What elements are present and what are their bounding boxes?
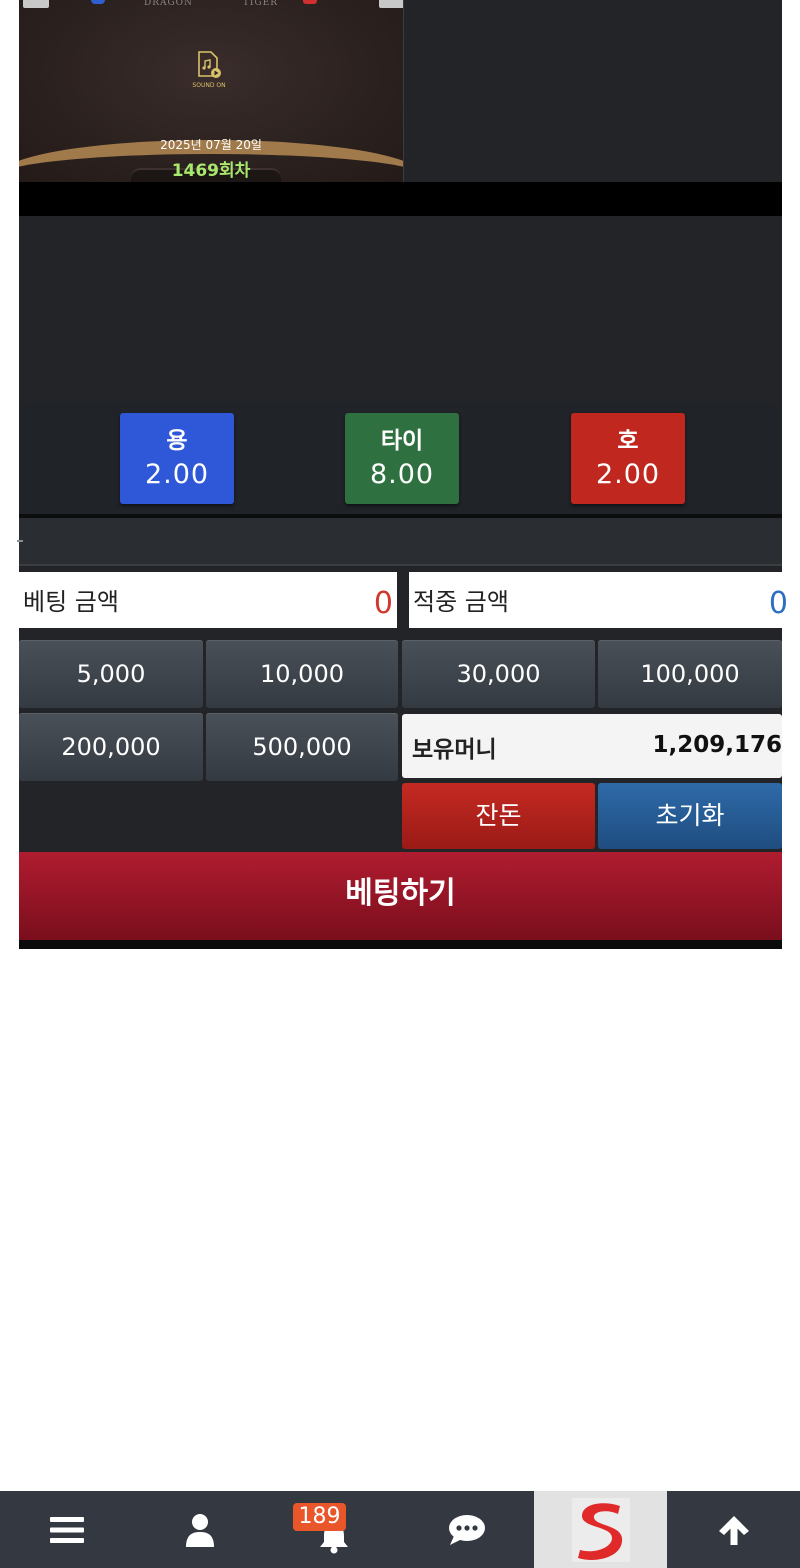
sound-label: SOUND ON xyxy=(192,82,226,89)
game-date: 2025년 07월 20일 xyxy=(160,138,262,152)
game-video: DRAGON TIGER SOUND ON 2025년 07월 20일 1469… xyxy=(19,0,403,182)
chip-200000-button[interactable]: 200,000 xyxy=(19,713,203,781)
result-board xyxy=(19,216,782,404)
chip-500000-button[interactable]: 500,000 xyxy=(206,713,398,781)
bet-tiger-button[interactable]: 호 2.00 xyxy=(571,413,685,504)
bet-amount-value: 0 xyxy=(373,586,393,621)
bet-tie-button[interactable]: 타이 8.00 xyxy=(345,413,459,504)
nav-scroll-top[interactable] xyxy=(667,1491,800,1568)
nav-home-logo[interactable] xyxy=(534,1491,667,1568)
balance-box: 보유머니 1,209,176 xyxy=(402,714,782,778)
chip-100000-button[interactable]: 100,000 xyxy=(598,640,782,708)
chip-10000-button[interactable]: 10,000 xyxy=(206,640,398,708)
bet-odds: 8.00 xyxy=(369,459,435,490)
chip-5000-button[interactable]: 5,000 xyxy=(19,640,203,708)
tiger-label: TIGER xyxy=(242,0,279,8)
balance-value: 1,209,176 xyxy=(652,732,783,758)
dragon-label: DRAGON xyxy=(143,0,193,8)
bet-odds: 2.00 xyxy=(595,459,661,490)
bet-slip-bar xyxy=(17,518,782,566)
divider xyxy=(19,940,782,949)
chip-grid: 5,000 10,000 30,000 100,000 200,000 500,… xyxy=(19,636,782,852)
bet-odds: 2.00 xyxy=(144,459,210,490)
bet-name: 호 xyxy=(617,428,639,454)
user-icon xyxy=(185,1513,214,1547)
bet-name: 타이 xyxy=(380,428,424,454)
amount-row: 베팅 금액 0 적중 금액 0 xyxy=(19,566,788,636)
reset-button[interactable]: 초기화 xyxy=(598,783,782,849)
sound-toggle[interactable]: SOUND ON xyxy=(191,50,227,89)
table-labels: DRAGON TIGER xyxy=(19,0,403,8)
nav-chat[interactable] xyxy=(400,1491,533,1568)
place-bet-button[interactable]: 베팅하기 xyxy=(19,852,782,940)
win-amount-box: 적중 금액 0 xyxy=(409,572,788,628)
win-amount-label: 적중 금액 xyxy=(413,588,509,616)
notification-badge: 189 xyxy=(293,1503,346,1531)
tick-mark xyxy=(17,540,23,542)
logo xyxy=(571,1497,630,1562)
sound-file-icon xyxy=(198,51,221,78)
side-panel xyxy=(403,0,782,182)
bottom-nav: 189 xyxy=(0,1491,800,1568)
divider-band xyxy=(19,182,782,216)
change-button[interactable]: 잔돈 xyxy=(402,783,595,849)
round-number: 1469회차 xyxy=(171,161,251,181)
bet-amount-box: 베팅 금액 0 xyxy=(19,572,397,628)
bet-amount-label: 베팅 금액 xyxy=(23,588,119,616)
bet-options: 용 2.00 타이 8.00 호 2.00 xyxy=(19,404,782,514)
nav-menu[interactable] xyxy=(0,1491,133,1568)
nav-profile[interactable] xyxy=(133,1491,266,1568)
balance-label: 보유머니 xyxy=(412,737,497,763)
arrow-up-icon xyxy=(718,1515,749,1545)
bet-dragon-button[interactable]: 용 2.00 xyxy=(120,413,234,504)
chat-icon xyxy=(448,1514,485,1545)
win-amount-value: 0 xyxy=(768,586,788,621)
menu-icon xyxy=(49,1516,84,1543)
bet-name: 용 xyxy=(166,428,188,454)
chip-30000-button[interactable]: 30,000 xyxy=(402,640,595,708)
